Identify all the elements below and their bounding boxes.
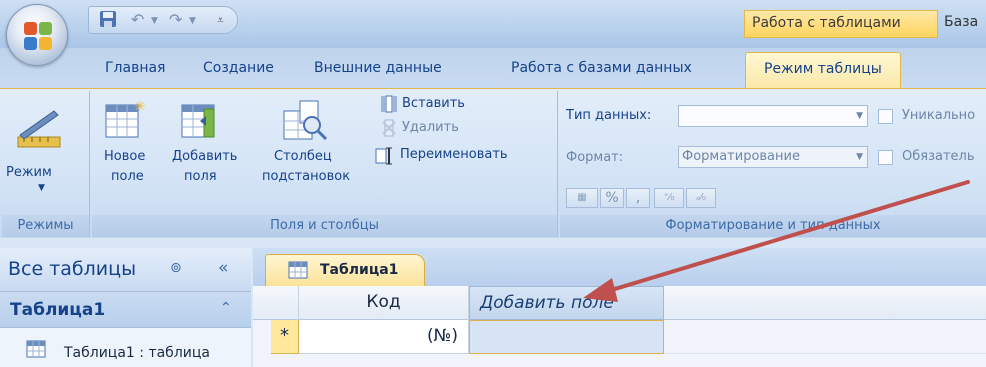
group-label-formatting: Форматирование и тип данных xyxy=(560,215,986,237)
rename-column-icon xyxy=(374,145,396,171)
nav-dropdown-icon[interactable]: ⊚ xyxy=(170,260,182,276)
required-label: Обязатель xyxy=(902,149,975,164)
document-tab-label: Таблица1 xyxy=(320,262,399,278)
select-all-corner[interactable] xyxy=(271,286,299,320)
new-field-icon: ✳ xyxy=(104,99,146,145)
new-field-label-1[interactable]: Новое xyxy=(104,149,145,164)
insert-button[interactable]: Вставить xyxy=(402,96,465,111)
context-tab-label: Работа с таблицами xyxy=(752,15,901,31)
column-header-label: Добавить поле xyxy=(480,293,614,313)
document-tab-table1[interactable]: Таблица1 xyxy=(265,254,425,286)
group-modes: Режим ▼ Режимы xyxy=(2,91,90,237)
group-label-fields-columns: Поля и столбцы xyxy=(92,215,557,237)
format-select[interactable]: Форматирование ▼ xyxy=(678,146,868,168)
chevron-down-icon[interactable]: ▼ xyxy=(151,16,158,26)
table-icon xyxy=(288,261,308,283)
currency-format-icon[interactable]: ▦ xyxy=(566,188,598,208)
lookup-column-label-1[interactable]: Столбец xyxy=(274,149,332,164)
context-tab-table-tools: Работа с таблицами xyxy=(744,10,938,38)
collapse-pane-icon[interactable]: « xyxy=(218,258,228,278)
nav-title[interactable]: Все таблицы xyxy=(8,258,136,280)
undo-icon[interactable]: ↶ xyxy=(131,10,144,29)
cell-value: (№) xyxy=(427,326,458,346)
add-fields-label-2[interactable]: поля xyxy=(184,169,217,184)
nav-item-label: Таблица1 : таблица xyxy=(64,345,210,361)
ribbon: Режим ▼ Режимы ✳ Новое поле Добавить пол… xyxy=(0,88,986,238)
title-bar: ↶ ▼ ↷ ▼ ⩡ Работа с таблицами База xyxy=(0,0,986,48)
unique-label: Уникально xyxy=(902,108,976,123)
rename-button[interactable]: Переименовать xyxy=(400,147,508,162)
chevron-up-icon[interactable]: ⌃ xyxy=(220,300,232,316)
group-formatting: Тип данных: ▼ Уникально Формат: Форматир… xyxy=(560,91,986,237)
format-label: Формат: xyxy=(566,150,624,165)
delete-column-icon xyxy=(380,119,398,141)
office-logo-icon xyxy=(24,22,52,50)
decrease-decimal-button[interactable]: ₒ⁄₀ xyxy=(686,188,716,208)
add-fields-icon xyxy=(180,99,222,145)
ribbon-tabs: Главная Создание Внешние данные Работа с… xyxy=(0,48,986,88)
group-fields-columns: ✳ Новое поле Добавить поля Столбец подст… xyxy=(92,91,558,237)
nav-item-table1[interactable]: Таблица1 : таблица xyxy=(0,328,251,367)
data-type-select[interactable]: ▼ xyxy=(678,105,868,127)
save-icon[interactable] xyxy=(99,10,117,32)
navigation-pane: Все таблицы ⊚ « Таблица1 ⌃ Таблица1 : та… xyxy=(0,248,251,367)
data-type-label: Тип данных: xyxy=(566,108,652,123)
tab-external-data[interactable]: Внешние данные xyxy=(314,60,442,76)
redo-icon[interactable]: ↷ xyxy=(169,10,182,29)
empty-row-space xyxy=(664,320,986,354)
svg-text:✳: ✳ xyxy=(134,99,146,115)
column-header-label: Код xyxy=(366,292,401,312)
tab-datasheet[interactable]: Режим таблицы xyxy=(745,52,901,88)
lookup-column-label-2[interactable]: подстановок xyxy=(262,169,350,184)
insert-column-icon xyxy=(380,95,398,117)
new-record-marker[interactable]: * xyxy=(271,320,299,354)
lookup-column-icon xyxy=(282,99,332,147)
delete-button[interactable]: Удалить xyxy=(402,120,459,135)
design-view-icon xyxy=(16,107,62,157)
empty-header-space xyxy=(664,286,986,320)
nav-header: Все таблицы ⊚ « xyxy=(0,248,251,292)
tab-create[interactable]: Создание xyxy=(203,60,274,76)
table-icon xyxy=(26,340,46,362)
comma-button[interactable]: , xyxy=(626,188,650,208)
new-field-label-2[interactable]: поле xyxy=(111,169,144,184)
increase-decimal-button[interactable]: ⁺⁄₀ xyxy=(654,188,684,208)
group-label-modes: Режимы xyxy=(2,215,89,237)
column-header-kod[interactable]: Код xyxy=(299,286,469,320)
chevron-down-icon[interactable]: ▼ xyxy=(189,16,196,26)
format-placeholder: Форматирование xyxy=(682,149,800,164)
cell-kod[interactable]: (№) xyxy=(299,320,469,354)
window-title: База xyxy=(944,14,979,30)
chevron-down-icon[interactable]: ▼ xyxy=(38,183,45,193)
cell-add-field[interactable] xyxy=(469,320,664,354)
document-tab-bar: Таблица1 xyxy=(253,248,986,286)
quick-access-toolbar: ↶ ▼ ↷ ▼ ⩡ xyxy=(88,6,238,34)
chevron-down-icon: ▼ xyxy=(856,111,863,121)
document-area: Таблица1 Код Добавить поле * (№) xyxy=(253,248,986,367)
add-fields-label-1[interactable]: Добавить xyxy=(172,149,237,164)
percent-button[interactable]: % xyxy=(600,188,624,208)
required-checkbox[interactable] xyxy=(878,150,893,165)
mode-button[interactable]: Режим xyxy=(6,165,52,180)
column-header-add-field[interactable]: Добавить поле xyxy=(469,286,664,320)
tab-home[interactable]: Главная xyxy=(105,60,165,76)
tab-database-tools[interactable]: Работа с базами данных xyxy=(511,60,692,76)
chevron-down-icon: ▼ xyxy=(856,152,863,162)
nav-section-title: Таблица1 xyxy=(10,300,106,320)
office-button[interactable] xyxy=(6,4,68,66)
customize-qat-icon[interactable]: ⩡ xyxy=(217,13,224,28)
nav-section-header[interactable]: Таблица1 ⌃ xyxy=(0,292,251,328)
unique-checkbox[interactable] xyxy=(878,109,893,124)
